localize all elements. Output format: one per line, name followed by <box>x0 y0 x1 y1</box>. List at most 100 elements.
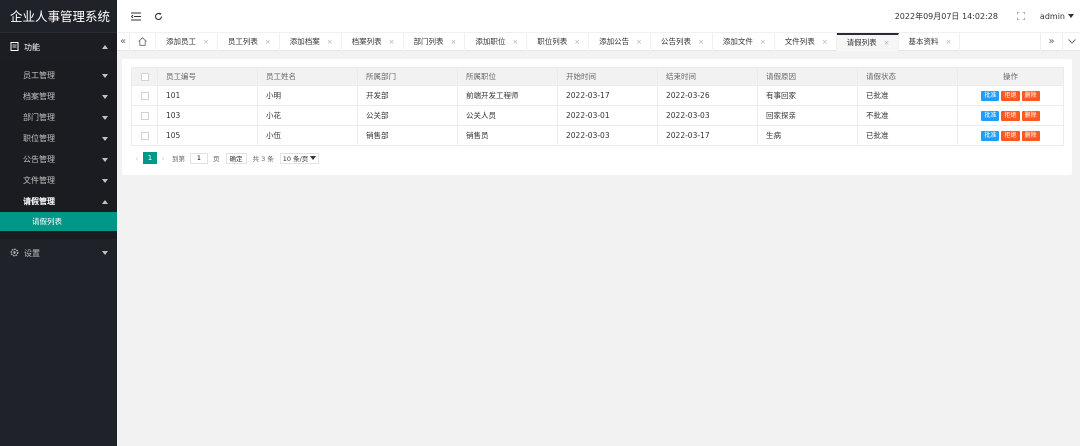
sidebar-item-label: 公告管理 <box>23 155 55 164</box>
chevron-down-icon <box>1068 14 1074 18</box>
delete-button[interactable]: 删除 <box>1021 111 1040 121</box>
reject-button[interactable]: 拒绝 <box>1001 131 1020 141</box>
gear-icon <box>9 248 19 258</box>
column-header: 员工姓名 <box>257 67 358 86</box>
prev-page-icon[interactable]: ‹ <box>131 152 143 164</box>
close-icon[interactable]: × <box>574 38 580 46</box>
tab-add-position[interactable]: 添加职位 × <box>465 32 528 51</box>
reject-button[interactable]: 拒绝 <box>1001 91 1020 101</box>
chevron-down-icon <box>102 157 108 162</box>
menu-toggle-icon[interactable] <box>125 0 147 33</box>
delete-button[interactable]: 删除 <box>1021 91 1040 101</box>
close-icon[interactable]: × <box>203 38 209 46</box>
tab-label: 添加职位 <box>475 37 506 46</box>
close-icon[interactable]: × <box>884 39 890 47</box>
tabs-more-icon[interactable] <box>1062 32 1080 51</box>
sidebar-item-label: 档案管理 <box>23 92 55 101</box>
tabs-bar: « 添加员工 × 员工列表 × 添加档案 × 档案列表 × 部门列表 × 添加职位 × 职位… <box>117 32 1080 51</box>
reject-button[interactable]: 拒绝 <box>1001 111 1020 121</box>
tab-employee-list[interactable]: 员工列表 × <box>218 32 280 51</box>
sidebar-item-department[interactable]: 部门管理 <box>0 107 117 128</box>
current-page-button[interactable]: 1 <box>143 152 157 164</box>
approve-button[interactable]: 批准 <box>981 131 1000 141</box>
column-header: 请假状态 <box>857 67 958 86</box>
sidebar-item-employee[interactable]: 员工管理 <box>0 65 117 86</box>
tab-label: 职位列表 <box>537 37 568 46</box>
sidebar-item-leave[interactable]: 请假管理 <box>0 191 117 212</box>
column-header: 请假原因 <box>757 67 858 86</box>
approve-button[interactable]: 批准 <box>981 111 1000 121</box>
home-icon <box>138 37 147 46</box>
sidebar-item-label: 文件管理 <box>23 176 55 185</box>
cell-actions: 批准 拒绝 删除 <box>957 105 1064 126</box>
table-row: 101 小明 开发部 前端开发工程师 2022-03-17 2022-03-26… <box>131 85 1064 106</box>
nav-group-functions[interactable]: 功能 <box>0 33 117 61</box>
user-menu[interactable]: admin <box>1040 12 1074 21</box>
cell-end: 2022-03-26 <box>657 85 758 106</box>
delete-button[interactable]: 删除 <box>1021 131 1040 141</box>
row-checkbox[interactable] <box>140 112 149 120</box>
select-all-checkbox[interactable] <box>140 73 149 81</box>
row-checkbox[interactable] <box>140 92 149 100</box>
tab-label: 文件列表 <box>784 37 815 46</box>
tab-department-list[interactable]: 部门列表 × <box>404 32 466 51</box>
sidebar-item-archive[interactable]: 档案管理 <box>0 86 117 107</box>
tab-add-notice[interactable]: 添加公告 × <box>589 32 651 51</box>
table-header-row: 员工编号 员工姓名 所属部门 所属职位 开始时间 结束时间 请假原因 请假状态 … <box>131 67 1064 86</box>
cell-end: 2022-03-03 <box>657 105 758 126</box>
tab-profile[interactable]: 基本资料 × <box>899 32 961 51</box>
cell-id: 101 <box>157 85 258 106</box>
nav-group-label: 功能 <box>24 42 40 52</box>
tabs-list: 添加员工 × 员工列表 × 添加档案 × 档案列表 × 部门列表 × 添加职位 × 职位列表… <box>130 32 1040 51</box>
tab-file-list[interactable]: 文件列表 × <box>775 32 837 51</box>
goto-confirm-button[interactable]: 确定 <box>225 152 247 164</box>
tab-archive-list[interactable]: 档案列表 × <box>342 32 404 51</box>
refresh-icon[interactable] <box>147 0 169 33</box>
nav-group-settings[interactable]: 设置 <box>0 239 117 267</box>
chevron-down-icon <box>102 115 108 120</box>
sidebar-item-file[interactable]: 文件管理 <box>0 170 117 191</box>
sidebar-item-label: 部门管理 <box>23 113 55 122</box>
tab-home[interactable] <box>130 32 156 51</box>
close-icon[interactable]: × <box>698 38 704 46</box>
select-all-cell <box>131 67 158 86</box>
tab-notice-list[interactable]: 公告列表 × <box>651 32 713 51</box>
tab-add-archive[interactable]: 添加档案 × <box>280 32 342 51</box>
goto-page-input[interactable] <box>190 152 208 164</box>
cell-status: 已批准 <box>857 125 958 146</box>
goto-label: 到第 <box>172 155 185 163</box>
close-icon[interactable]: × <box>946 38 952 46</box>
cell-end: 2022-03-17 <box>657 125 758 146</box>
fullscreen-icon[interactable] <box>1008 0 1034 33</box>
sidebar-item-notice[interactable]: 公告管理 <box>0 149 117 170</box>
next-page-icon[interactable]: › <box>157 152 169 164</box>
close-icon[interactable]: × <box>327 38 333 46</box>
cell-reason: 有事回家 <box>757 85 858 106</box>
user-name: admin <box>1039 11 1065 21</box>
chevron-down-icon <box>310 156 317 160</box>
close-icon[interactable]: × <box>760 38 766 46</box>
page-unit-label: 页 <box>213 155 220 163</box>
close-icon[interactable]: × <box>636 38 642 46</box>
sidebar-item-position[interactable]: 职位管理 <box>0 128 117 149</box>
row-checkbox[interactable] <box>140 132 149 140</box>
chevron-up-icon <box>102 45 108 49</box>
cell-dept: 公关部 <box>357 105 458 126</box>
tabs-scroll-left-icon[interactable]: « <box>117 32 130 51</box>
close-icon[interactable]: × <box>451 38 457 46</box>
page-size-select[interactable]: 10 条/页 <box>279 152 320 164</box>
column-header: 所属部门 <box>357 67 458 86</box>
close-icon[interactable]: × <box>265 38 271 46</box>
content-card: 员工编号 员工姓名 所属部门 所属职位 开始时间 结束时间 请假原因 请假状态 … <box>122 59 1072 175</box>
cell-reason: 回家探亲 <box>757 105 858 126</box>
close-icon[interactable]: × <box>822 38 828 46</box>
approve-button[interactable]: 批准 <box>981 91 1000 101</box>
tab-leave-list[interactable]: 请假列表 × <box>836 32 899 51</box>
tab-add-file[interactable]: 添加文件 × <box>713 32 775 51</box>
tab-add-employee[interactable]: 添加员工 × <box>156 32 218 51</box>
tab-position-list[interactable]: 职位列表 × <box>527 32 590 51</box>
tabs-scroll-right-icon[interactable]: » <box>1040 32 1062 51</box>
close-icon[interactable]: × <box>389 38 395 46</box>
sidebar-item-leave-list[interactable]: 请假列表 <box>0 212 117 231</box>
close-icon[interactable]: × <box>512 38 518 46</box>
